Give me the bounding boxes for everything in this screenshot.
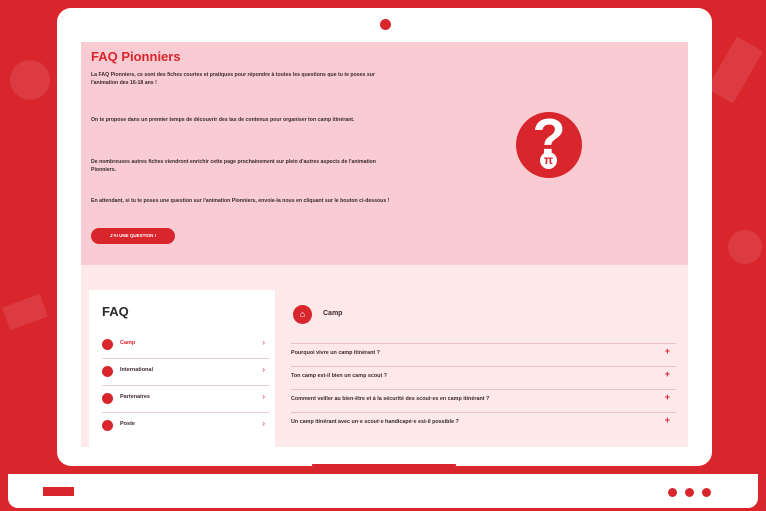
divider <box>102 385 269 386</box>
post-icon <box>102 420 113 431</box>
expand-icon[interactable]: + <box>665 369 670 379</box>
tent-icon: ⌂ <box>293 305 312 324</box>
background-shape <box>728 230 762 264</box>
question-text: Pourquoi vivre un camp itinérant ? <box>291 350 380 356</box>
hero-section: FAQ Pionniers La FAQ Pionniers, ce sont … <box>81 42 688 265</box>
intro-paragraph: En attendant, si tu te poses une questio… <box>91 198 390 204</box>
background-shape <box>707 36 763 104</box>
laptop-frame: FAQ Pionniers La FAQ Pionniers, ce sont … <box>57 8 712 466</box>
faq-question-row[interactable]: Comment veiller au bien-être et à la séc… <box>291 389 676 412</box>
expand-icon[interactable]: + <box>665 415 670 425</box>
intro-paragraph: De nombreuses autres fiches viendront en… <box>91 159 376 173</box>
sidebar-item-label: Camp <box>120 340 136 346</box>
pi-badge-icon: π <box>540 152 557 169</box>
sidebar-item-label: Poste <box>120 421 135 427</box>
intro-paragraph: On te propose dans un premier temps de d… <box>91 117 355 123</box>
faq-question-row[interactable]: Pourquoi vivre un camp itinérant ? + <box>291 343 676 366</box>
question-text: Comment veiller au bien-être et à la séc… <box>291 396 490 402</box>
port-slot <box>43 487 74 496</box>
chevron-right-icon: › <box>262 338 265 347</box>
page-title: FAQ Pionniers <box>91 49 181 64</box>
divider <box>102 358 269 359</box>
sidebar-item-partenaires[interactable]: Partenaires › <box>102 389 269 413</box>
sidebar-item-label: International <box>120 367 154 373</box>
background-shape <box>2 293 48 331</box>
webcam-icon <box>380 19 391 30</box>
faq-sidebar: FAQ Camp › International › Partenaires › <box>89 290 275 447</box>
laptop-hinge <box>312 464 456 474</box>
tent-icon <box>102 339 113 350</box>
question-text: Un camp itinérant avec un·e scout·e hand… <box>291 419 459 425</box>
laptop-base <box>8 474 758 508</box>
sidebar-item-label: Partenaires <box>120 394 150 400</box>
sidebar-item-camp[interactable]: Camp › <box>102 335 269 359</box>
question-mark-icon: ? π <box>516 110 582 178</box>
browser-screen: FAQ Pionniers La FAQ Pionniers, ce sont … <box>81 42 688 447</box>
divider <box>102 412 269 413</box>
section-title: Camp <box>323 310 343 317</box>
expand-icon[interactable]: + <box>665 392 670 402</box>
sidebar-item-poste[interactable]: Poste › <box>102 416 269 440</box>
faq-heading: FAQ <box>102 304 129 319</box>
question-text: Ton camp est-il bien un camp scout ? <box>291 373 388 379</box>
background-shape <box>10 60 50 100</box>
indicator-light <box>668 488 677 497</box>
sidebar-item-international[interactable]: International › <box>102 362 269 386</box>
handshake-icon <box>102 393 113 404</box>
intro-paragraph: La FAQ Pionniers, ce sont des fiches cou… <box>91 72 375 86</box>
globe-icon <box>102 366 113 377</box>
indicator-light <box>702 488 711 497</box>
faq-question-row[interactable]: Un camp itinérant avec un·e scout·e hand… <box>291 412 676 435</box>
chevron-right-icon: › <box>262 365 265 374</box>
indicator-light <box>685 488 694 497</box>
expand-icon[interactable]: + <box>665 346 670 356</box>
chevron-right-icon: › <box>262 392 265 401</box>
faq-question-row[interactable]: Ton camp est-il bien un camp scout ? + <box>291 366 676 389</box>
chevron-right-icon: › <box>262 419 265 428</box>
ask-question-button[interactable]: J'AI UNE QUESTION ! <box>91 228 175 244</box>
